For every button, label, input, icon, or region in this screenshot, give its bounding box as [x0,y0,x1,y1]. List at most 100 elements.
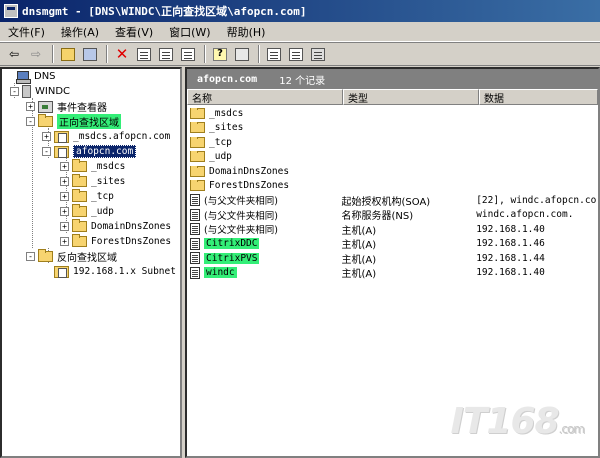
tree-node-label: 反向查找区域 [57,253,117,264]
folder-icon [72,219,87,232]
zone-icon [54,145,69,158]
record-data: 192.168.1.44 [476,252,545,264]
tree-node-subfolder[interactable]: + _tcp [60,189,114,204]
folder-icon [72,204,87,217]
tree-node-server[interactable]: - WINDC [10,84,70,99]
tree-node-subfolder[interactable]: + _msdcs [60,159,125,174]
record-name: _sites [209,122,244,133]
tree-node-msdcs-zone[interactable]: + _msdcs.afopcn.com [42,129,170,144]
menu-view[interactable]: 查看(V) [115,24,153,40]
dns-record-icon [190,237,200,250]
list-item[interactable]: DomainDnsZones [187,164,598,178]
menu-help[interactable]: 帮助(H) [227,24,266,40]
column-header-name[interactable]: 名称 [187,89,343,105]
help-icon: ? [213,47,227,61]
expand-icon[interactable]: + [60,162,69,171]
collapse-icon[interactable]: - [26,117,35,126]
tree-node-subfolder[interactable]: + _udp [60,204,114,219]
tree-node-reverse-subnet[interactable]: 192.168.1.x Subnet [42,264,176,279]
record-type: 主机(A) [341,269,377,280]
console-tree-icon [83,47,97,61]
expand-icon[interactable]: + [42,132,51,141]
expand-icon[interactable]: + [60,192,69,201]
record-type: 名称服务器(NS) [341,211,414,222]
record-data: 192.168.1.46 [476,238,545,249]
record-name-cell: _udp [187,151,340,162]
tree-node-event-viewer[interactable]: + 事件查看器 [26,99,107,114]
tree-node-forward-zone[interactable]: - 正向查找区域 [26,114,121,129]
column-header-type[interactable]: 类型 [343,89,479,105]
record-name-cell: windc [187,266,340,279]
list-item[interactable]: (与父文件夹相同) 主机(A) 192.168.1.40 [187,222,598,237]
dns-record-icon [190,266,200,279]
folder-icon [190,151,205,162]
record-name: (与父文件夹相同) [204,196,278,207]
show-tree-button[interactable] [80,45,100,63]
tree-node-dns[interactable]: DNS [4,69,56,84]
tree-node-label: ForestDnsZones [91,236,172,247]
list-item[interactable]: ForestDnsZones [187,179,598,193]
new-domain-button[interactable] [286,45,306,63]
toolbar-separator [52,45,54,63]
record-name: windc [204,267,237,278]
forward-button[interactable]: ⇨ [26,45,46,63]
record-name-cell: _msdcs [187,107,340,119]
tree-node-subfolder[interactable]: + DomainDnsZones [60,219,171,234]
column-header-data[interactable]: 数据 [479,89,598,105]
tree-node-reverse-zone[interactable]: - 反向查找区域 [26,249,117,264]
tree-node-label: _tcp [91,191,114,202]
list-item[interactable]: _tcp [187,135,598,149]
list-item[interactable]: windc 主机(A) 192.168.1.40 [187,266,598,280]
help-button[interactable]: ? [210,45,230,63]
delete-button[interactable]: ✕ [112,45,132,63]
show-pane-button[interactable] [232,45,252,63]
expand-icon[interactable]: + [60,177,69,186]
list-item[interactable]: _sites [187,121,598,135]
expand-icon[interactable]: + [26,102,35,111]
tree-node-subfolder[interactable]: + ForestDnsZones [60,234,171,249]
dns-record-icon [190,208,200,221]
refresh-button[interactable] [156,45,176,63]
tree-node-label: 事件查看器 [57,103,107,114]
details-header: afopcn.com 12 个记录 [187,69,598,89]
details-pane[interactable]: afopcn.com 12 个记录 名称 类型 数据 _msdcs _sites _… [185,67,600,458]
record-name-cell: _sites [187,122,340,133]
tree-node-label: _msdcs [91,161,126,172]
list-item[interactable]: _udp [187,150,598,164]
folder-icon [190,122,205,133]
expand-icon[interactable]: + [60,207,69,216]
list-item[interactable]: (与父文件夹相同) 起始授权机构(SOA) [22], windc.afopcn.c… [187,193,598,208]
arrow-right-icon: ⇨ [30,47,42,61]
list-item[interactable]: CitrixPVS 主机(A) 192.168.1.44 [187,251,598,266]
expand-icon[interactable]: + [60,222,69,231]
collapse-icon[interactable]: - [26,252,35,261]
list-item[interactable]: CitrixDDC 主机(A) 192.168.1.46 [187,237,598,251]
record-name-cell: (与父文件夹相同) [187,193,340,207]
up-level-button[interactable] [58,45,78,63]
tree-node-subfolder[interactable]: + _sites [60,174,125,189]
collapse-icon[interactable]: - [10,87,19,96]
delete-icon: ✕ [115,44,129,63]
console-tree[interactable]: DNS - WINDC + 事件查看器 - 正向查找区域 + _msdcs.af… [0,67,182,458]
back-button[interactable]: ⇦ [4,45,24,63]
server-icon [22,85,31,98]
menu-window[interactable]: 窗口(W) [169,24,210,40]
properties-button[interactable] [134,45,154,63]
record-name: (与父文件夹相同) [204,225,278,236]
tree-node-label: _udp [91,206,114,217]
list-item[interactable]: _msdcs [187,106,598,120]
record-type: 主机(A) [341,254,377,266]
record-count: 12 个记录 [279,75,326,87]
new-record-button[interactable] [264,45,284,63]
expand-icon[interactable]: + [60,237,69,246]
menu-action[interactable]: 操作(A) [61,24,99,40]
dns-record-icon [190,223,200,235]
record-name: _msdcs [209,107,244,119]
record-name-cell: (与父文件夹相同) [187,208,340,222]
tree-node-selected-zone[interactable]: - afopcn.com [42,144,137,159]
collapse-icon[interactable]: - [42,147,51,156]
menu-file[interactable]: 文件(F) [8,24,45,40]
new-delegation-button[interactable] [308,45,328,63]
list-item[interactable]: (与父文件夹相同) 名称服务器(NS) windc.afopcn.com. [187,208,598,222]
export-button[interactable] [178,45,198,63]
